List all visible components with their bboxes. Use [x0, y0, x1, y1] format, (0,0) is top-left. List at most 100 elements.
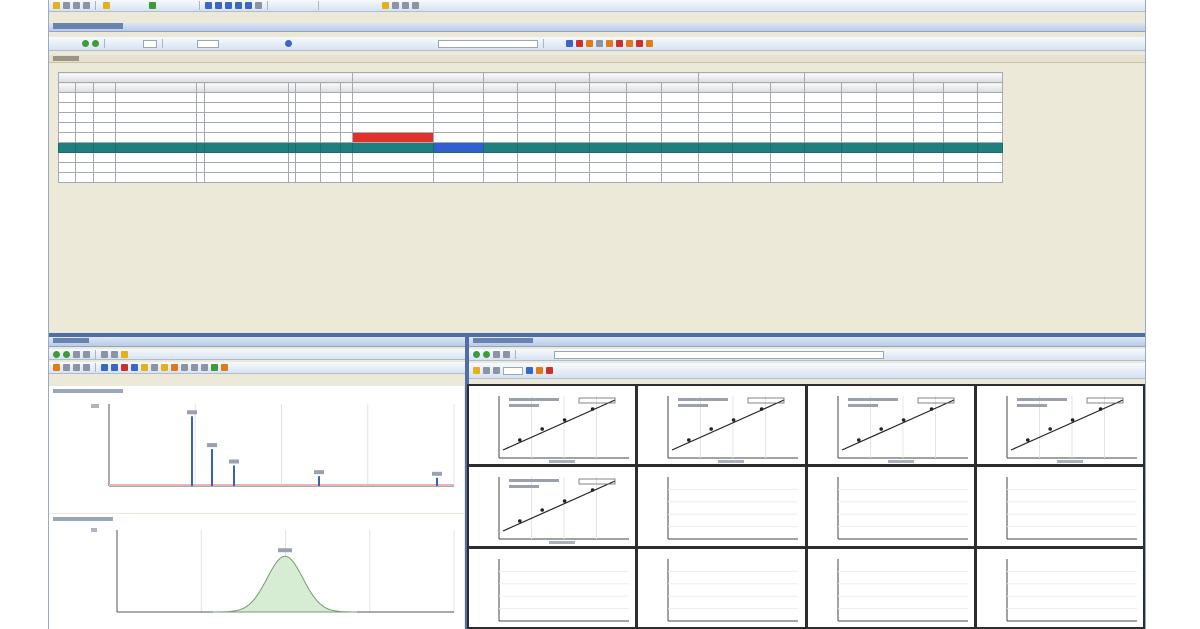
column-group-header[interactable] [589, 72, 699, 83]
table-cell[interactable] [203, 112, 289, 123]
view-icon[interactable] [255, 2, 262, 9]
table-cell[interactable] [433, 122, 484, 133]
calibration-curve-plot[interactable] [807, 386, 974, 465]
table-cell[interactable] [804, 172, 843, 183]
table-cell[interactable] [841, 142, 877, 153]
table-cell[interactable] [203, 142, 289, 153]
axis-icon[interactable] [473, 367, 480, 374]
calibration-empty-plot[interactable] [638, 467, 805, 546]
table-cell[interactable] [92, 132, 116, 143]
filter-icon[interactable] [215, 2, 222, 9]
table-cell[interactable] [57, 102, 77, 113]
table-cell[interactable] [589, 102, 628, 113]
check-icon[interactable] [586, 40, 593, 47]
table-cell[interactable] [912, 102, 944, 113]
table-cell[interactable] [57, 162, 77, 173]
calendar-icon[interactable] [285, 40, 292, 47]
table-cell[interactable] [351, 172, 435, 183]
column-header[interactable] [482, 82, 519, 93]
table-cell[interactable] [196, 112, 205, 123]
table-cell[interactable] [287, 142, 297, 153]
table-cell[interactable] [977, 92, 1003, 103]
column-header[interactable] [92, 82, 116, 93]
table-cell[interactable] [841, 132, 877, 143]
table-cell[interactable] [912, 92, 944, 103]
calibration-empty-plot[interactable] [976, 548, 1143, 627]
table-cell[interactable] [75, 162, 94, 173]
table-cell[interactable] [732, 112, 771, 123]
table-cell[interactable] [203, 132, 289, 143]
table-cell[interactable] [589, 162, 628, 173]
calibration-curve-plot[interactable] [638, 386, 805, 465]
table-cell[interactable] [319, 162, 341, 173]
table-cell[interactable] [351, 162, 435, 173]
table-cell[interactable] [433, 142, 484, 153]
table-cell[interactable] [977, 122, 1003, 133]
table-cell[interactable] [196, 152, 205, 163]
table-cell[interactable] [433, 112, 484, 123]
table-cell[interactable] [295, 102, 321, 113]
table-cell[interactable] [589, 112, 628, 123]
table-row[interactable] [57, 152, 1003, 163]
table-cell[interactable] [977, 112, 1003, 123]
table-cell[interactable] [732, 132, 771, 143]
cursor-icon[interactable] [131, 364, 138, 371]
column-header[interactable] [203, 82, 289, 93]
table-cell[interactable] [942, 112, 979, 123]
table-cell[interactable] [589, 132, 628, 143]
search-icon[interactable] [566, 40, 573, 47]
table-cell[interactable] [287, 172, 297, 183]
table-cell[interactable] [196, 162, 205, 173]
table-cell[interactable] [114, 142, 198, 153]
table-cell[interactable] [319, 92, 341, 103]
table-cell[interactable] [287, 152, 297, 163]
table-cell[interactable] [912, 122, 944, 133]
measure-icon[interactable] [101, 364, 108, 371]
column-header[interactable] [841, 82, 877, 93]
table-cell[interactable] [75, 142, 94, 153]
table-cell[interactable] [287, 112, 297, 123]
table-cell[interactable] [92, 122, 116, 133]
table-cell[interactable] [732, 152, 771, 163]
table-cell[interactable] [295, 162, 321, 173]
table-cell[interactable] [660, 172, 699, 183]
table-cell[interactable] [517, 132, 556, 143]
column-header[interactable] [295, 82, 321, 93]
table-cell[interactable] [875, 102, 914, 113]
table-cell[interactable] [942, 162, 979, 173]
table-cell[interactable] [92, 172, 116, 183]
table-cell[interactable] [626, 132, 662, 143]
table-cell[interactable] [977, 162, 1003, 173]
table-cell[interactable] [339, 152, 353, 163]
table-cell[interactable] [57, 92, 77, 103]
table-row[interactable] [57, 132, 1003, 143]
table-cell[interactable] [697, 172, 734, 183]
help-icon[interactable] [626, 40, 633, 47]
table-cell[interactable] [92, 162, 116, 173]
lock-icon[interactable] [171, 364, 178, 371]
table-cell[interactable] [114, 112, 198, 123]
pan-icon[interactable] [73, 350, 80, 358]
next-icon[interactable] [92, 40, 99, 47]
table-cell[interactable] [554, 162, 591, 173]
table-cell[interactable] [203, 122, 289, 133]
table-cell[interactable] [351, 122, 435, 133]
table-cell[interactable] [319, 132, 341, 143]
table-cell[interactable] [769, 172, 806, 183]
table-cell[interactable] [92, 142, 116, 153]
table-cell[interactable] [977, 142, 1003, 153]
origin-icon[interactable] [503, 351, 510, 358]
table-cell[interactable] [660, 122, 699, 133]
table-cell[interactable] [660, 132, 699, 143]
table-row[interactable] [57, 172, 1003, 183]
calibration-empty-plot[interactable] [807, 467, 974, 546]
table-cell[interactable] [351, 112, 435, 123]
table-cell[interactable] [295, 152, 321, 163]
calibration-empty-plot[interactable] [638, 548, 805, 627]
table-row[interactable] [57, 162, 1003, 173]
column-group-header[interactable] [351, 72, 484, 83]
table-cell[interactable] [626, 172, 662, 183]
table-cell[interactable] [732, 162, 771, 173]
table-cell[interactable] [554, 172, 591, 183]
table-cell[interactable] [660, 152, 699, 163]
